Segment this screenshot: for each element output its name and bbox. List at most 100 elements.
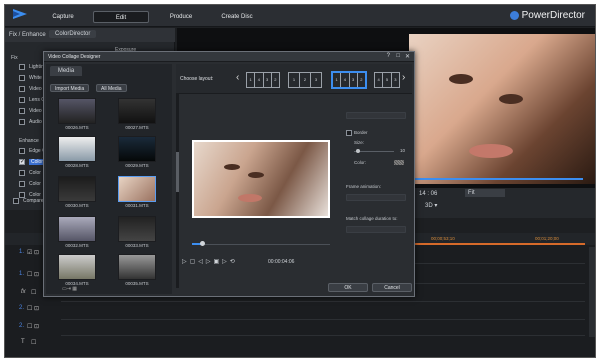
- timeline-scrollbar[interactable]: [589, 247, 595, 337]
- media-label-10: 00035.MTS: [125, 281, 149, 286]
- fix-checkbox-5[interactable]: [19, 108, 25, 114]
- media-thumb-4[interactable]: [118, 136, 156, 162]
- collage-properties: Border Size: 10 Color: Frame animation: …: [346, 104, 412, 294]
- collage-seek-handle[interactable]: [200, 241, 205, 246]
- size-slider[interactable]: [354, 151, 394, 152]
- help-icon[interactable]: ?: [387, 53, 390, 59]
- fix-item-3: Video: [29, 86, 42, 92]
- app-logo-icon: [13, 9, 27, 19]
- media-panel: Media Import Media All Media 00026.MTS 0…: [46, 64, 172, 294]
- media-thumb-5[interactable]: [58, 176, 96, 202]
- border-label: Border: [354, 130, 368, 135]
- layout-next-icon[interactable]: ›: [402, 72, 405, 83]
- media-thumb-10[interactable]: [118, 254, 156, 280]
- fix-checkbox-3[interactable]: [19, 86, 25, 92]
- fix-item-2: White: [29, 75, 42, 81]
- size-value: 10: [400, 148, 406, 153]
- media-thumb-9[interactable]: [58, 254, 96, 280]
- fix-checkbox-6[interactable]: [19, 119, 25, 125]
- brand-logo-icon: [509, 11, 519, 20]
- collage-timecode: 00:00:04:06: [268, 259, 295, 265]
- media-label-2: 00027.MTS: [125, 125, 149, 130]
- track-divider: [61, 301, 585, 302]
- layout-option-1[interactable]: 1432: [246, 72, 280, 88]
- maximize-icon[interactable]: □: [396, 53, 400, 59]
- collage-image: [194, 142, 328, 216]
- preview-timecode: 14 : 06: [419, 191, 438, 197]
- size-slider-handle[interactable]: [356, 149, 360, 153]
- media-thumb-3[interactable]: [58, 136, 96, 162]
- preview-controls: 14 : 06 Fit 3D ▾: [415, 188, 595, 218]
- fix-section-label: Fix: [11, 55, 18, 61]
- fix-checkbox-2[interactable]: [19, 75, 25, 81]
- tab-produce[interactable]: Produce: [161, 11, 201, 23]
- enhance-checkbox-4[interactable]: [19, 181, 25, 187]
- track-2-audio-header[interactable]: 2. ☐ ⊡: [5, 323, 61, 335]
- frame-animation-dropdown[interactable]: [346, 194, 406, 201]
- media-label-7: 00032.MTS: [65, 243, 89, 248]
- layout-prev-icon[interactable]: ‹: [236, 72, 239, 83]
- match-duration-dropdown[interactable]: [346, 226, 406, 233]
- media-thumb-6[interactable]: [118, 176, 156, 202]
- ruler-mark-3: 00;01;20;00: [535, 236, 559, 241]
- enhance-checkbox-2[interactable]: [19, 158, 25, 165]
- fit-dropdown[interactable]: Fit: [465, 189, 505, 197]
- media-label-5: 00030.MTS: [65, 203, 89, 208]
- media-label-3: 00028.MTS: [65, 163, 89, 168]
- layout-option-2[interactable]: 123: [288, 72, 322, 88]
- border-checkbox[interactable]: [346, 130, 352, 136]
- media-thumb-1[interactable]: [58, 98, 96, 124]
- color-label: Color:: [354, 160, 367, 165]
- compare-checkbox[interactable]: [13, 198, 19, 204]
- track-2-header[interactable]: 2. ☐ ⊡: [5, 305, 61, 317]
- collage-dialog: Video Collage Designer ? □ ✕ Media Impor…: [43, 51, 415, 297]
- media-thumb-7[interactable]: [58, 216, 96, 242]
- media-tab[interactable]: Media: [50, 66, 82, 76]
- fix-checkbox-1[interactable]: [19, 64, 25, 70]
- import-media-button[interactable]: Import Media: [50, 84, 90, 92]
- media-thumb-8[interactable]: [118, 216, 156, 242]
- settings-field: [346, 112, 406, 119]
- ruler-mark-2: 00;00;53;10: [431, 236, 455, 241]
- preview-image: [409, 34, 595, 184]
- layout-option-4[interactable]: 453: [374, 72, 400, 88]
- view-mode-icon[interactable]: ▭⇥ ▦: [62, 286, 77, 292]
- enhance-checkbox-1[interactable]: [19, 148, 25, 154]
- brand: PowerDirector: [509, 10, 585, 21]
- 3d-toggle[interactable]: 3D ▾: [425, 202, 437, 209]
- fix-enhance-title: Fix / Enhance: [9, 32, 46, 38]
- playback-controls[interactable]: ▷▢◁▷▣▷⟲: [182, 258, 238, 265]
- tab-create-disc[interactable]: Create Disc: [217, 11, 257, 23]
- ok-button[interactable]: OK: [328, 283, 368, 292]
- border-color-swatch[interactable]: [394, 160, 404, 165]
- frame-animation-label: Frame animation:: [346, 184, 382, 189]
- colordirector-tab[interactable]: ColorDirector: [49, 30, 97, 38]
- match-duration-label: Match collage duration to:: [346, 216, 398, 221]
- media-label-1: 00026.MTS: [65, 125, 89, 130]
- close-icon[interactable]: ✕: [405, 53, 410, 60]
- compare-label: Compare: [23, 198, 44, 204]
- dialog-title-bar: Video Collage Designer ? □ ✕: [44, 52, 414, 62]
- enhance-item-4: Color: [29, 181, 41, 187]
- tab-edit[interactable]: Edit: [93, 11, 149, 23]
- brand-name: PowerDirector: [521, 10, 585, 21]
- collage-canvas[interactable]: [192, 140, 330, 218]
- title-track-header[interactable]: T ☐: [5, 339, 61, 351]
- size-label: Size:: [354, 140, 365, 145]
- dialog-title: Video Collage Designer: [48, 54, 101, 60]
- media-filter-dropdown[interactable]: All Media: [96, 84, 127, 92]
- timeline-range-bar[interactable]: [413, 243, 585, 245]
- track-divider: [61, 335, 585, 336]
- media-thumb-2[interactable]: [118, 98, 156, 124]
- layout-strip: Choose layout: ‹ 1432 123 1432 453 ›: [176, 64, 412, 94]
- fix-item-5: Video: [29, 108, 42, 114]
- tab-capture[interactable]: Capture: [43, 11, 83, 23]
- cancel-button[interactable]: Cancel: [372, 283, 412, 292]
- layout-option-3[interactable]: 1432: [332, 72, 366, 88]
- fix-checkbox-4[interactable]: [19, 97, 25, 103]
- track-divider: [61, 319, 585, 320]
- preview-progress[interactable]: [415, 178, 583, 180]
- top-bar: Capture Edit Produce Create Disc PowerDi…: [5, 5, 595, 27]
- enhance-checkbox-3[interactable]: [19, 170, 25, 176]
- collage-seek-track[interactable]: [192, 244, 330, 245]
